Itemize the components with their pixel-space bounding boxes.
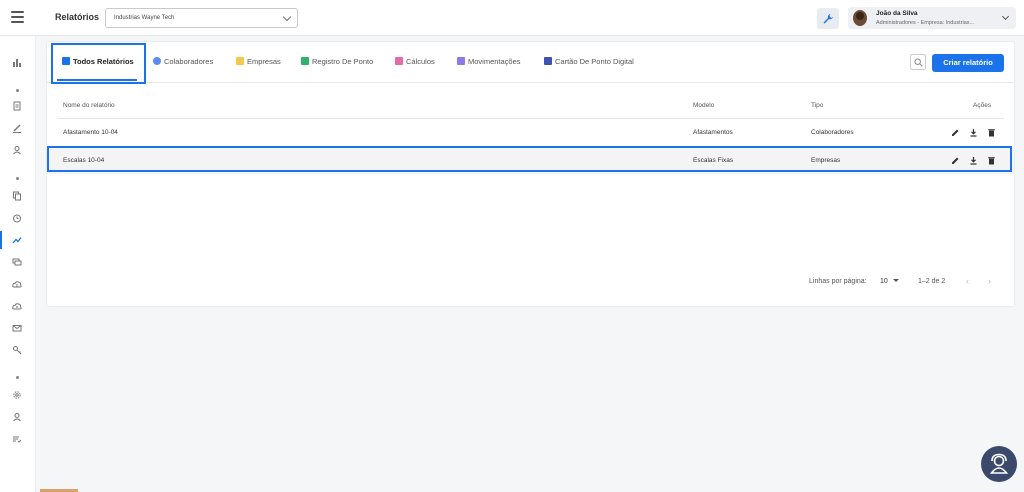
section-dot [16,376,19,379]
tab-label: Cálculos [406,57,435,66]
user-menu[interactable]: João da Silva Administradores - Empresa:… [848,7,1016,29]
avatar [853,10,867,26]
document-icon[interactable] [0,97,36,115]
caret-down-icon [892,279,899,282]
company-select[interactable]: Industrias Wayne Tech [105,8,298,28]
mail-icon[interactable] [0,319,36,337]
tab-employees[interactable]: Colaboradores [153,57,213,66]
rows-per-page-value: 10 [880,278,888,285]
report-type: Colaboradores [811,129,854,136]
search-icon [914,58,923,67]
column-header-actions: Ações [973,102,992,109]
gear-icon[interactable] [0,386,36,404]
tab-digital-time-card[interactable]: Cartão De Ponto Digital [544,57,634,66]
tab-label: Movimentações [468,57,521,66]
trash-icon[interactable] [987,128,996,137]
report-tabs: Todos Relatórios Colaboradores Empresas … [47,42,1014,84]
chevron-down-icon [282,12,292,22]
list-icon[interactable] [0,430,36,448]
reports-trend-icon[interactable] [0,231,36,249]
tab-companies[interactable]: Empresas [236,57,281,66]
row-highlight-box [47,146,1012,172]
tab-label: Cartão De Ponto Digital [555,57,634,66]
report-name: Afastamento 10-04 [63,129,118,136]
section-dot [16,89,19,92]
alarm-icon[interactable] [0,209,36,227]
copy-icon[interactable] [0,187,36,205]
support-button[interactable] [981,446,1017,482]
next-page-icon[interactable]: › [988,276,991,286]
section-dot [16,177,19,180]
people-icon [153,57,161,65]
report-model: Afastamentos [693,129,733,136]
tab-time-records[interactable]: Registro De Ponto [301,57,373,66]
clock-sheet-icon [301,57,309,65]
user-role: Administradores - Empresa: Industrias... [876,20,975,26]
tools-button[interactable] [817,8,839,29]
key-icon[interactable] [0,341,36,359]
user-settings-icon[interactable] [0,408,36,426]
tab-movements[interactable]: Movimentações [457,57,521,66]
transfer-icon [457,57,465,65]
rows-per-page-select[interactable]: 10 [880,278,899,285]
tab-label: Empresas [247,57,281,66]
dashboard-icon[interactable] [0,54,36,72]
chevron-down-icon [1001,12,1010,21]
top-bar: Relatórios Industrias Wayne Tech João da… [0,0,1024,36]
reports-card: Todos Relatórios Colaboradores Empresas … [47,42,1014,306]
tab-label: Colaboradores [164,57,214,66]
tab-calculations[interactable]: Cálculos [395,57,435,66]
pagination-range: 1–2 de 2 [918,278,946,285]
support-agent-icon [989,453,1009,474]
user-name: João da Silva [876,10,918,17]
previous-page-icon[interactable]: ‹ [966,276,969,286]
company-select-value: Industrias Wayne Tech [114,15,175,21]
person-icon[interactable] [0,141,36,159]
building-icon [236,57,244,65]
sidebar [0,36,36,492]
table-row[interactable]: Afastamento 10-04 Afastamentos Colaborad… [47,119,1014,146]
calculator-icon [395,57,403,65]
search-button[interactable] [910,54,926,70]
wrench-icon [823,14,833,24]
download-icon[interactable] [969,128,978,137]
create-report-button[interactable]: Criar relatório [932,54,1004,72]
column-header-model[interactable]: Modelo [693,102,714,109]
column-header-type[interactable]: Tipo [811,102,823,109]
tab-highlight-box [51,43,146,84]
cloud-upload-icon[interactable] [0,275,36,293]
edit-icon[interactable] [951,128,960,137]
tab-label: Registro De Ponto [312,57,374,66]
page-title: Relatórios [55,12,100,22]
cloud-download-icon[interactable] [0,297,36,315]
digital-card-icon [544,57,552,65]
column-header-name[interactable]: Nome do relatório [63,102,115,109]
chat-icon[interactable] [0,253,36,271]
rows-per-page-label: Linhas por página: [809,278,867,285]
edit-icon[interactable] [0,119,36,137]
menu-icon[interactable] [11,11,24,23]
